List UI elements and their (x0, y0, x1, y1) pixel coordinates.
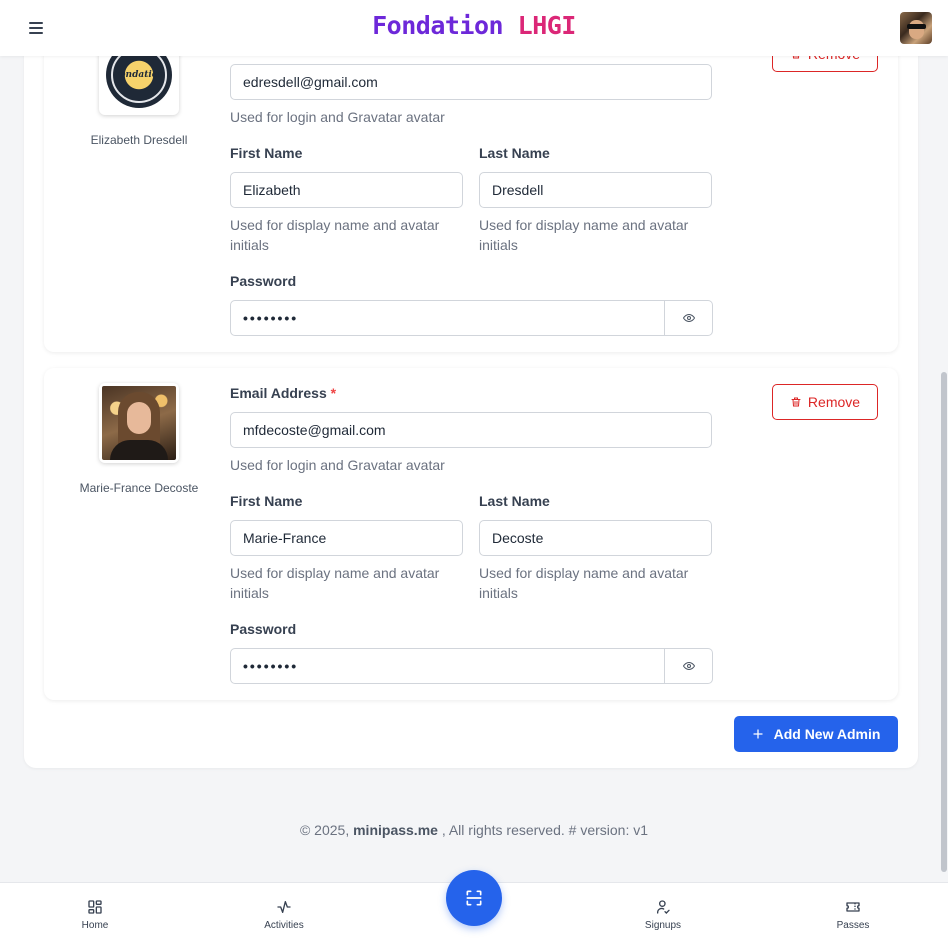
email-label: Email Address * (230, 385, 337, 401)
admin-name: Marie-France Decoste (79, 481, 199, 495)
last-name-label: Last Name (479, 145, 550, 161)
scan-button[interactable] (446, 870, 502, 926)
add-new-admin-button[interactable]: Add New Admin (734, 716, 898, 752)
nav-home-label: Home (81, 920, 109, 931)
user-avatar[interactable] (900, 12, 932, 44)
add-new-admin-label: Add New Admin (773, 726, 881, 742)
nav-passes[interactable]: Passes (808, 899, 898, 931)
admin-photo (99, 383, 179, 463)
remove-label: Remove (807, 394, 861, 410)
footer-suffix: , All rights reserved. # version: v1 (441, 822, 649, 838)
brand-logo[interactable]: Fondation LHGI (0, 11, 948, 40)
first-name-field[interactable]: Marie-France (230, 520, 463, 556)
scrollbar-thumb[interactable] (941, 372, 947, 872)
logo-text: Fondation (113, 70, 165, 80)
password-field[interactable]: •••••••• (230, 648, 665, 684)
email-help: Used for login and Gravatar avatar (230, 457, 445, 473)
last-name-field[interactable]: Dresdell (479, 172, 712, 208)
home-grid-icon (88, 900, 102, 914)
password-field[interactable]: •••••••• (230, 300, 665, 336)
email-help: Used for login and Gravatar avatar (230, 109, 445, 125)
last-name-help: Used for display name and avatar initial… (479, 217, 689, 253)
show-password-button[interactable] (665, 648, 713, 684)
first-name-label: First Name (230, 145, 303, 161)
nav-activities-label: Activities (264, 920, 304, 931)
last-name-help: Used for display name and avatar initial… (479, 565, 689, 601)
nav-passes-label: Passes (836, 920, 870, 931)
admin-portrait (102, 386, 176, 460)
email-field[interactable]: mfdecoste@gmail.com (230, 412, 712, 448)
site-link[interactable]: minipass.me (353, 822, 438, 838)
password-label: Password (230, 621, 297, 637)
nav-signups-label: Signups (644, 920, 682, 931)
nav-home[interactable]: Home (50, 899, 140, 931)
footer: © 2025, minipass.me , All rights reserve… (0, 822, 948, 838)
first-name-help: Used for display name and avatar initial… (230, 565, 440, 601)
first-name-field[interactable]: Elizabeth (230, 172, 463, 208)
user-check-icon (657, 900, 670, 914)
first-name-help: Used for display name and avatar initial… (230, 217, 440, 253)
top-header: Fondation LHGI (0, 0, 948, 56)
show-password-button[interactable] (665, 300, 713, 336)
email-field[interactable]: edresdell@gmail.com (230, 64, 712, 100)
nav-activities[interactable]: Activities (239, 899, 329, 931)
copyright: © 2025, (299, 822, 350, 838)
last-name-label: Last Name (479, 493, 550, 509)
last-name-field[interactable]: Decoste (479, 520, 712, 556)
eye-icon (682, 661, 695, 671)
nav-signups[interactable]: Signups (618, 899, 708, 931)
activity-icon (277, 901, 291, 913)
required-mark: * (330, 385, 337, 401)
brand-part1: Fondation (372, 11, 518, 40)
password-label: Password (230, 273, 297, 289)
trash-icon (791, 397, 801, 407)
scan-icon (466, 890, 482, 906)
remove-admin-button[interactable]: Remove (772, 384, 878, 420)
plus-icon (752, 729, 763, 739)
eye-icon (682, 313, 695, 323)
admin-card: Marie-France Decoste Email Address * mfd… (44, 368, 898, 700)
first-name-label: First Name (230, 493, 303, 509)
admin-name: Elizabeth Dresdell (90, 133, 188, 147)
ticket-icon (846, 902, 860, 912)
brand-part2: LHGI (517, 11, 577, 40)
